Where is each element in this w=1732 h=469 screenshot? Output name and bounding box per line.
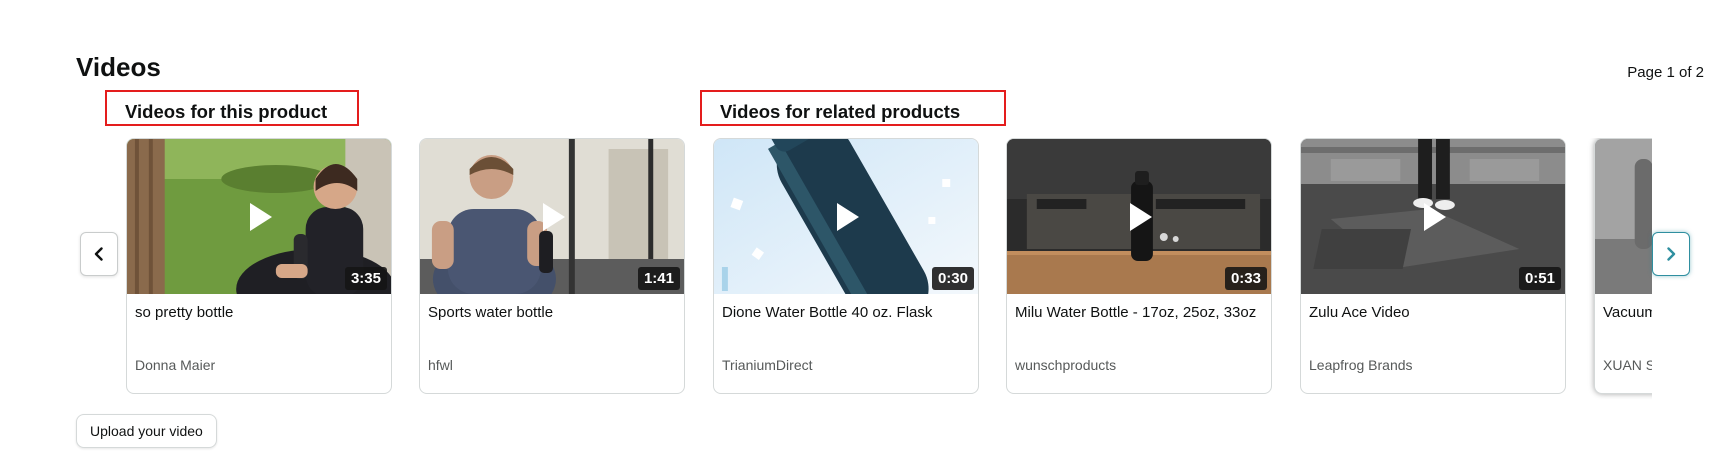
video-title[interactable]: Vacuum Insulated Water Bottle,Wide Mouth (1603, 302, 1652, 324)
video-thumbnail[interactable] (1595, 139, 1652, 294)
play-icon (1424, 202, 1446, 231)
play-icon (543, 202, 565, 231)
video-thumbnail[interactable]: 0:30 (714, 139, 978, 294)
video-card[interactable]: 0:51 Zulu Ace Video Leapfrog Brands (1300, 138, 1566, 394)
video-title[interactable]: so pretty bottle (135, 302, 385, 324)
carousel-prev-button[interactable] (80, 232, 118, 276)
video-card[interactable]: 0:30 Dione Water Bottle 40 oz. Flask Tri… (713, 138, 979, 394)
video-thumbnail-image (1595, 139, 1652, 294)
video-thumbnail[interactable]: 3:35 (127, 139, 391, 294)
video-duration: 0:51 (1518, 267, 1561, 290)
video-channel: Donna Maier (135, 357, 216, 373)
video-card[interactable]: 3:35 so pretty bottle Donna Maier (126, 138, 392, 394)
play-icon (250, 202, 272, 231)
section-title: Videos (76, 52, 161, 82)
video-carousel: 3:35 so pretty bottle Donna Maier 1:41 S… (126, 138, 1652, 400)
video-duration: 1:41 (637, 267, 680, 290)
video-channel: TrianiumDirect (722, 357, 813, 373)
upload-video-button[interactable]: Upload your video (76, 414, 217, 448)
video-duration: 3:35 (344, 267, 387, 290)
play-icon (837, 202, 859, 231)
video-card[interactable]: 0:33 Milu Water Bottle - 17oz, 25oz, 33o… (1006, 138, 1272, 394)
video-title[interactable]: Dione Water Bottle 40 oz. Flask (722, 302, 972, 324)
video-duration: 0:30 (931, 267, 974, 290)
video-channel: hfwl (428, 357, 453, 373)
video-title[interactable]: Zulu Ace Video (1309, 302, 1559, 324)
chevron-right-icon (1667, 247, 1676, 261)
video-card[interactable]: Vacuum Insulated Water Bottle,Wide Mouth… (1594, 138, 1652, 394)
chevron-left-icon (94, 247, 103, 261)
videos-for-related-products-label: Videos for related products (700, 90, 1006, 126)
video-title[interactable]: Milu Water Bottle - 17oz, 25oz, 33oz (1015, 302, 1265, 324)
video-channel: wunschproducts (1015, 357, 1117, 373)
videos-for-this-product-label: Videos for this product (105, 90, 359, 126)
video-thumbnail[interactable]: 0:33 (1007, 139, 1271, 294)
video-channel: Leapfrog Brands (1309, 357, 1413, 373)
video-card[interactable]: 1:41 Sports water bottle hfwl (419, 138, 685, 394)
carousel-next-button[interactable] (1652, 232, 1690, 276)
video-title[interactable]: Sports water bottle (428, 302, 678, 324)
video-channel: XUAN SHUN (1603, 357, 1652, 373)
video-duration: 0:33 (1224, 267, 1267, 290)
page-indicator: Page 1 of 2 (1627, 64, 1704, 81)
play-icon (1130, 202, 1152, 231)
video-thumbnail[interactable]: 1:41 (420, 139, 684, 294)
video-thumbnail[interactable]: 0:51 (1301, 139, 1565, 294)
